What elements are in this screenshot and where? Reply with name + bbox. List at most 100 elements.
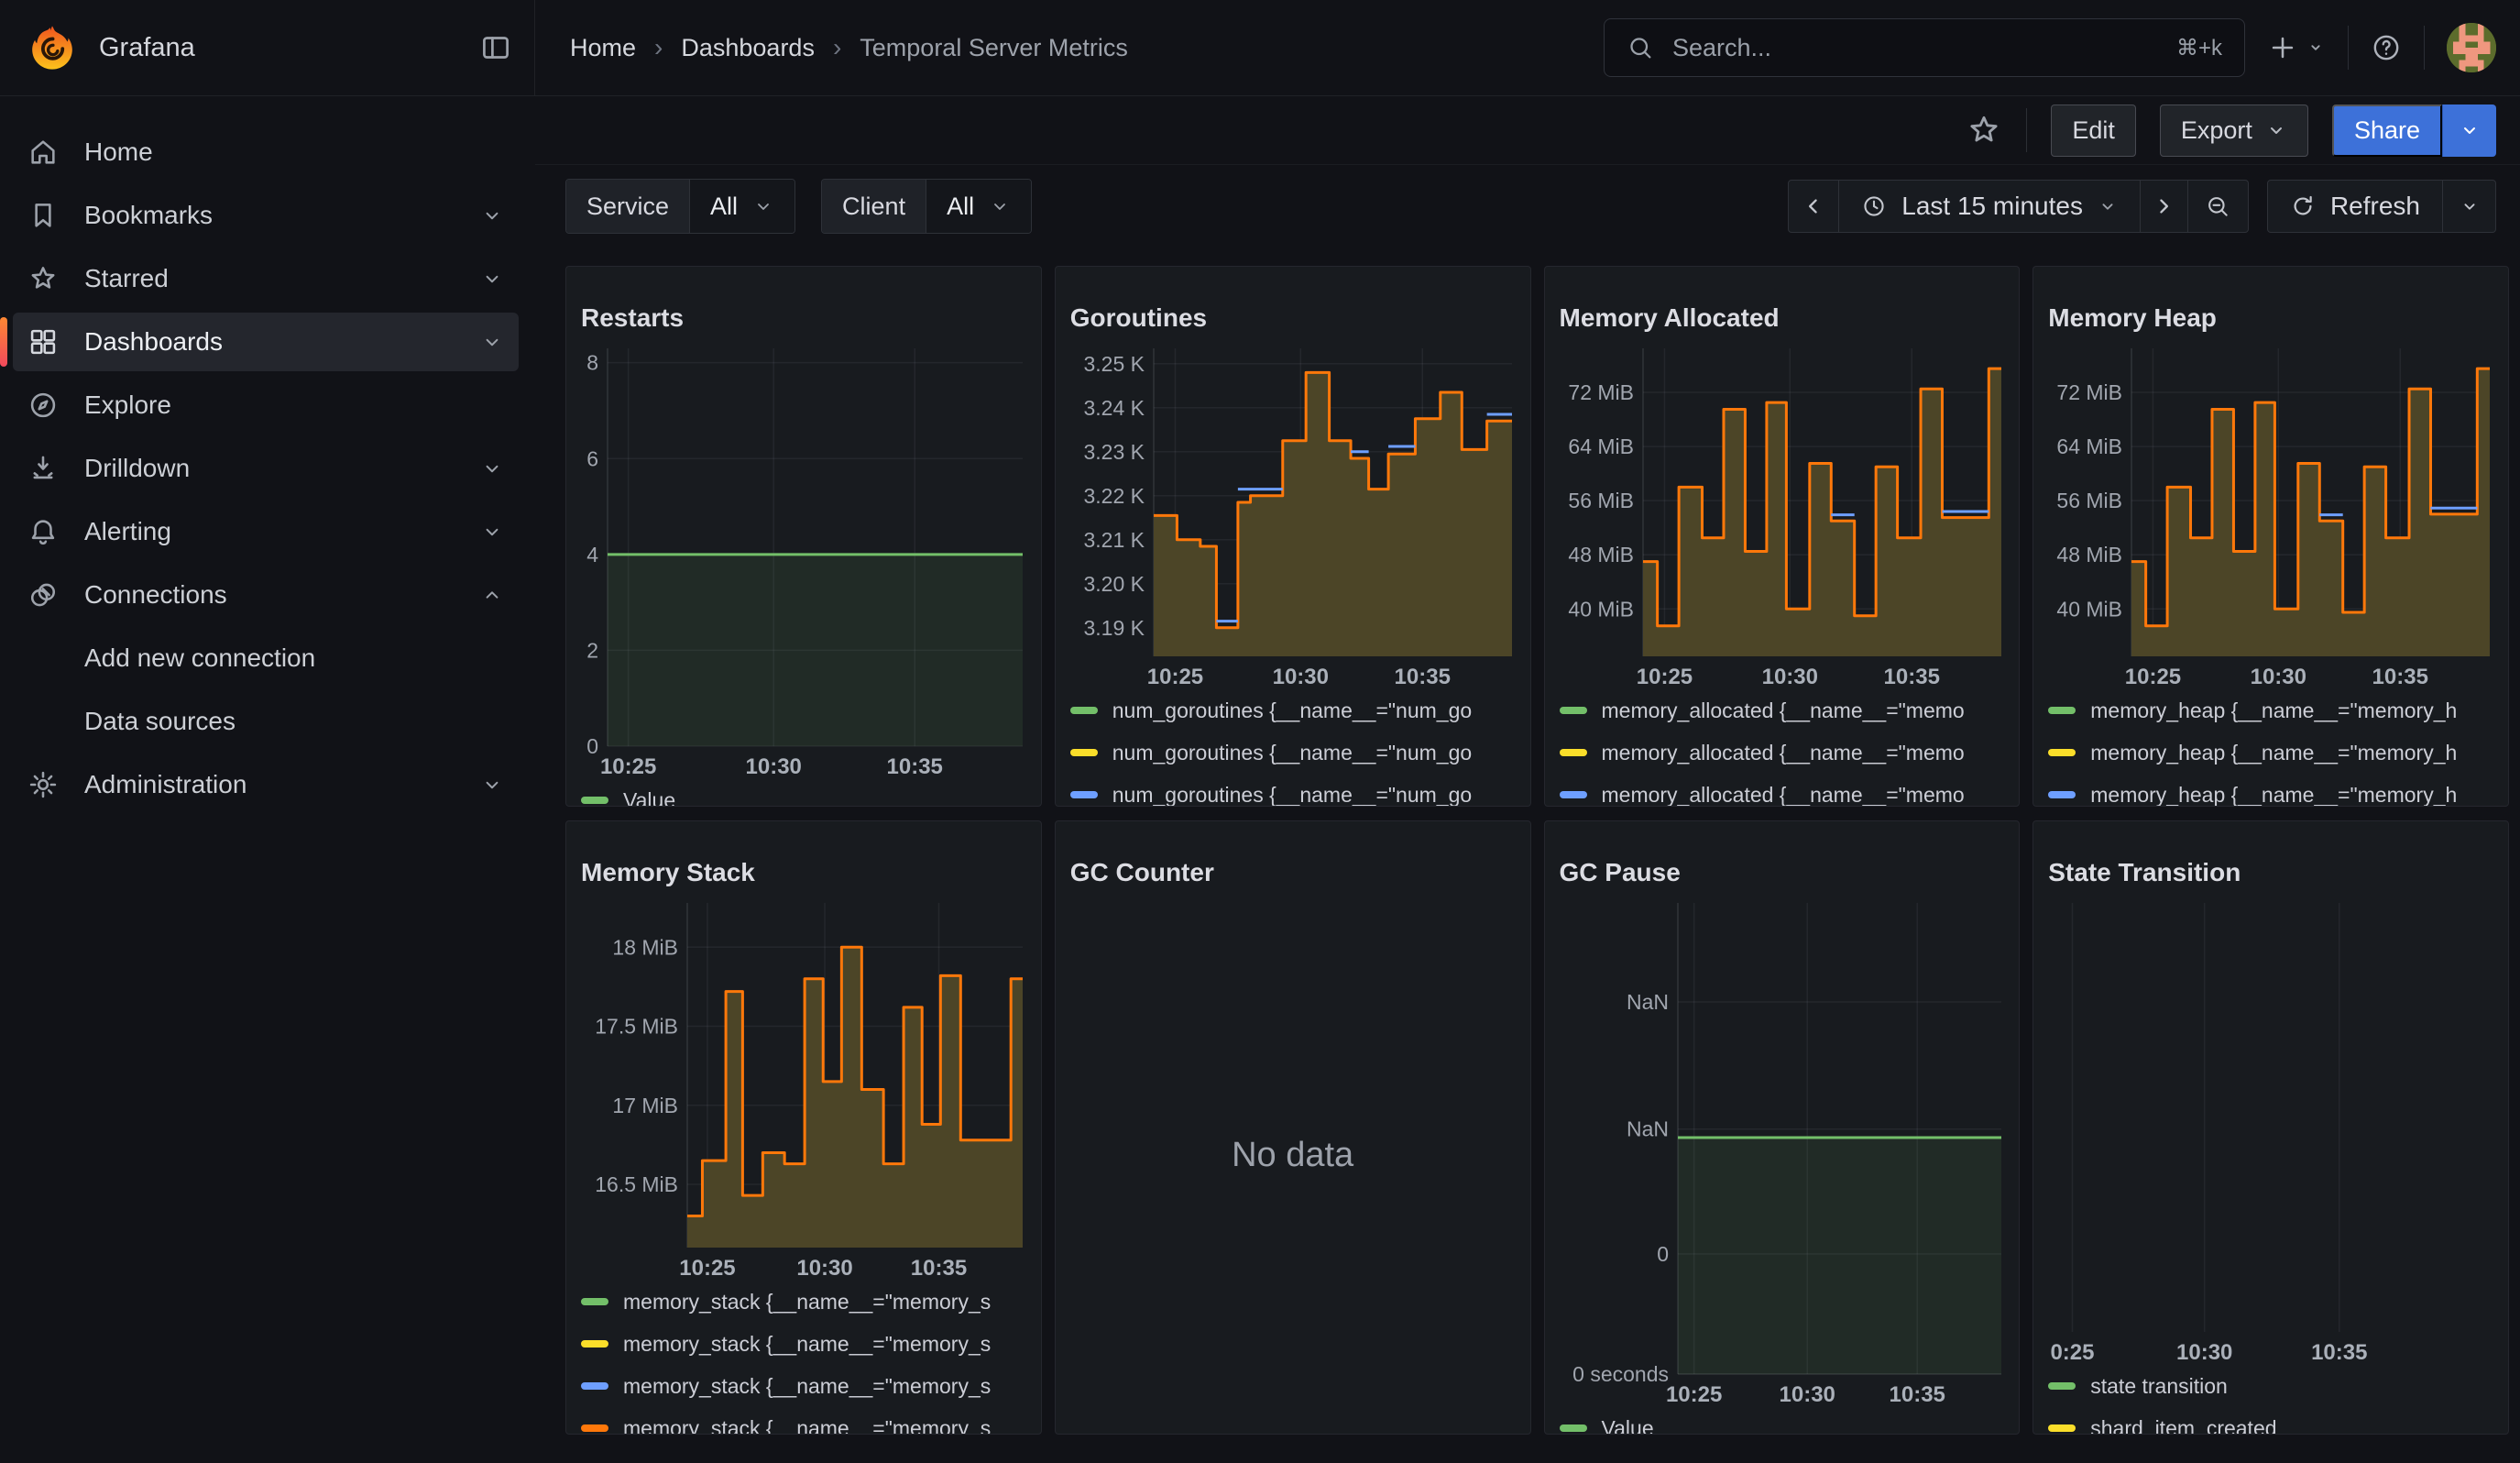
breadcrumb-item[interactable]: Home (570, 34, 636, 62)
legend-item[interactable]: memory_allocated {__name__="memo (1560, 689, 2005, 732)
svg-text:10:30: 10:30 (1761, 665, 1817, 689)
variable-client[interactable]: Client All (821, 179, 1032, 234)
header-divider (2424, 26, 2425, 70)
time-shift-back-button[interactable] (1788, 180, 1839, 233)
edit-button[interactable]: Edit (2051, 104, 2136, 157)
drilldown-icon (27, 453, 59, 484)
svg-text:64 MiB: 64 MiB (2057, 434, 2123, 458)
legend-item[interactable]: memory_heap {__name__="memory_h (2048, 732, 2493, 774)
help-button[interactable] (2371, 32, 2402, 63)
refresh-button[interactable]: Refresh (2267, 180, 2443, 233)
legend-item[interactable]: memory_allocated {__name__="memo (1560, 774, 2005, 807)
chart-memory_heap[interactable]: 72 MiB64 MiB56 MiB48 MiB40 MiB10:2510:30… (2048, 341, 2495, 689)
panel-title[interactable]: Restarts (581, 302, 1026, 334)
sidebar-item-connections[interactable]: Connections (13, 566, 519, 624)
chevron-down-icon (480, 204, 504, 227)
sidebar-item-bookmarks[interactable]: Bookmarks (13, 186, 519, 245)
sidebar-item-explore[interactable]: Explore (13, 376, 519, 434)
chart-memory_stack[interactable]: 18 MiB17.5 MiB17 MiB16.5 MiB10:2510:3010… (581, 896, 1028, 1281)
panel-title[interactable]: State Transition (2048, 857, 2493, 888)
panel-title[interactable]: GC Pause (1560, 857, 2005, 888)
variable-service[interactable]: ServiceAll (565, 179, 795, 234)
legend-item[interactable]: memory_stack {__name__="memory_s (581, 1407, 1026, 1435)
legend-item[interactable]: shard_item_created (2048, 1407, 2493, 1435)
svg-text:10:25: 10:25 (2125, 665, 2181, 689)
variable-value-dropdown[interactable]: All (690, 180, 794, 233)
time-range-picker[interactable]: Last 15 minutes (1839, 180, 2141, 233)
svg-text:72 MiB: 72 MiB (1568, 380, 1634, 404)
legend-series-swatch (581, 1340, 608, 1348)
panel-legend: memory_heap {__name__="memory_hmemory_he… (2048, 689, 2493, 807)
panel-title[interactable]: Memory Heap (2048, 302, 2493, 334)
svg-text:NaN: NaN (1626, 990, 1668, 1014)
share-button[interactable]: Share (2332, 104, 2442, 157)
chart-gc_pause[interactable]: NaNNaN00 seconds10:2510:3010:35 (1560, 896, 2007, 1407)
legend-item[interactable]: memory_heap {__name__="memory_h (2048, 689, 2493, 732)
sidebar-item-home[interactable]: Home (13, 123, 519, 182)
svg-text:3.19 K: 3.19 K (1083, 616, 1145, 640)
variable-value: All (947, 192, 974, 221)
legend-item[interactable]: memory_stack {__name__="memory_s (581, 1281, 1026, 1323)
plus-icon (2267, 32, 2298, 63)
legend-item[interactable]: memory_stack {__name__="memory_s (581, 1323, 1026, 1365)
header-actions: ⌘+k (1604, 18, 2520, 77)
breadcrumb: Home›Dashboards›Temporal Server Metrics (535, 33, 1128, 62)
user-avatar[interactable] (2447, 23, 2496, 72)
breadcrumb-item[interactable]: Dashboards (681, 34, 815, 62)
svg-text:10:30: 10:30 (796, 1256, 852, 1281)
header-divider (2348, 26, 2349, 70)
sidebar-item-starred[interactable]: Starred (13, 249, 519, 308)
refresh-interval-button[interactable] (2443, 180, 2496, 233)
svg-text:0:25: 0:25 (2051, 1340, 2095, 1365)
chart-restarts[interactable]: 8642010:2510:3010:35 (581, 341, 1028, 779)
share-menu-button[interactable] (2442, 104, 2496, 157)
legend-series-label: memory_stack {__name__="memory_s (623, 1290, 991, 1314)
chevron-down-icon (480, 330, 504, 354)
legend-item[interactable]: Value (581, 779, 1026, 807)
chart-memory_allocated[interactable]: 72 MiB64 MiB56 MiB48 MiB40 MiB10:2510:30… (1560, 341, 2007, 689)
sidebar-item-add-new-connection[interactable]: Add new connection (13, 629, 519, 688)
brand-area: Grafana (0, 0, 535, 95)
legend-item[interactable]: num_goroutines {__name__="num_go (1070, 732, 1516, 774)
legend-series-swatch (581, 1382, 608, 1390)
grafana-logo[interactable] (27, 23, 77, 72)
panel-title[interactable]: Memory Allocated (1560, 302, 2005, 334)
variable-value-dropdown[interactable]: All (926, 180, 1031, 233)
chart-state_transition[interactable]: 0:2510:3010:35 (2048, 896, 2495, 1365)
variable-label: Client (822, 180, 926, 233)
sidebar-item-alerting[interactable]: Alerting (13, 502, 519, 561)
collapse-sidebar-icon[interactable] (479, 31, 512, 64)
legend-item[interactable]: state transition (2048, 1365, 2493, 1407)
sidebar-item-label: Data sources (84, 707, 504, 736)
panel-title[interactable]: Goroutines (1070, 302, 1516, 334)
svg-text:2: 2 (586, 639, 598, 663)
sidebar-item-dashboards[interactable]: Dashboards (13, 313, 519, 371)
sidebar-item-administration[interactable]: Administration (13, 755, 519, 814)
chevron-up-icon (480, 583, 504, 607)
add-button[interactable] (2267, 32, 2326, 63)
panel-grid: Restarts8642010:2510:3010:35ValueGorouti… (565, 266, 2509, 1435)
chart-goroutines[interactable]: 3.25 K3.24 K3.23 K3.22 K3.21 K3.20 K3.19… (1070, 341, 1517, 689)
svg-text:16.5 MiB: 16.5 MiB (595, 1172, 678, 1196)
time-shift-forward-button[interactable] (2141, 180, 2188, 233)
sidebar-item-drilldown[interactable]: Drilldown (13, 439, 519, 498)
favorite-star-icon[interactable] (1966, 112, 2002, 148)
search-input[interactable] (1671, 33, 2160, 63)
legend-series-label: memory_allocated {__name__="memo (1602, 783, 1965, 807)
export-button[interactable]: Export (2160, 104, 2308, 157)
search-shortcut: ⌘+k (2176, 35, 2222, 61)
sidebar-item-data-sources[interactable]: Data sources (13, 692, 519, 751)
legend-item[interactable]: Value (1560, 1407, 2005, 1435)
svg-text:56 MiB: 56 MiB (1568, 489, 1634, 512)
time-zoom-out-button[interactable] (2188, 180, 2249, 233)
panel-title[interactable]: Memory Stack (581, 857, 1026, 888)
panel-gc-pause: GC Pause NaNNaN00 seconds10:2510:3010:35V… (1544, 820, 2021, 1435)
search-box[interactable]: ⌘+k (1604, 18, 2245, 77)
legend-item[interactable]: memory_heap {__name__="memory_h (2048, 774, 2493, 807)
legend-item[interactable]: memory_stack {__name__="memory_s (581, 1365, 1026, 1407)
legend-item[interactable]: memory_allocated {__name__="memo (1560, 732, 2005, 774)
legend-item[interactable]: num_goroutines {__name__="num_go (1070, 774, 1516, 807)
legend-item[interactable]: num_goroutines {__name__="num_go (1070, 689, 1516, 732)
chevron-down-icon (480, 773, 504, 797)
svg-text:40 MiB: 40 MiB (1568, 598, 1634, 622)
